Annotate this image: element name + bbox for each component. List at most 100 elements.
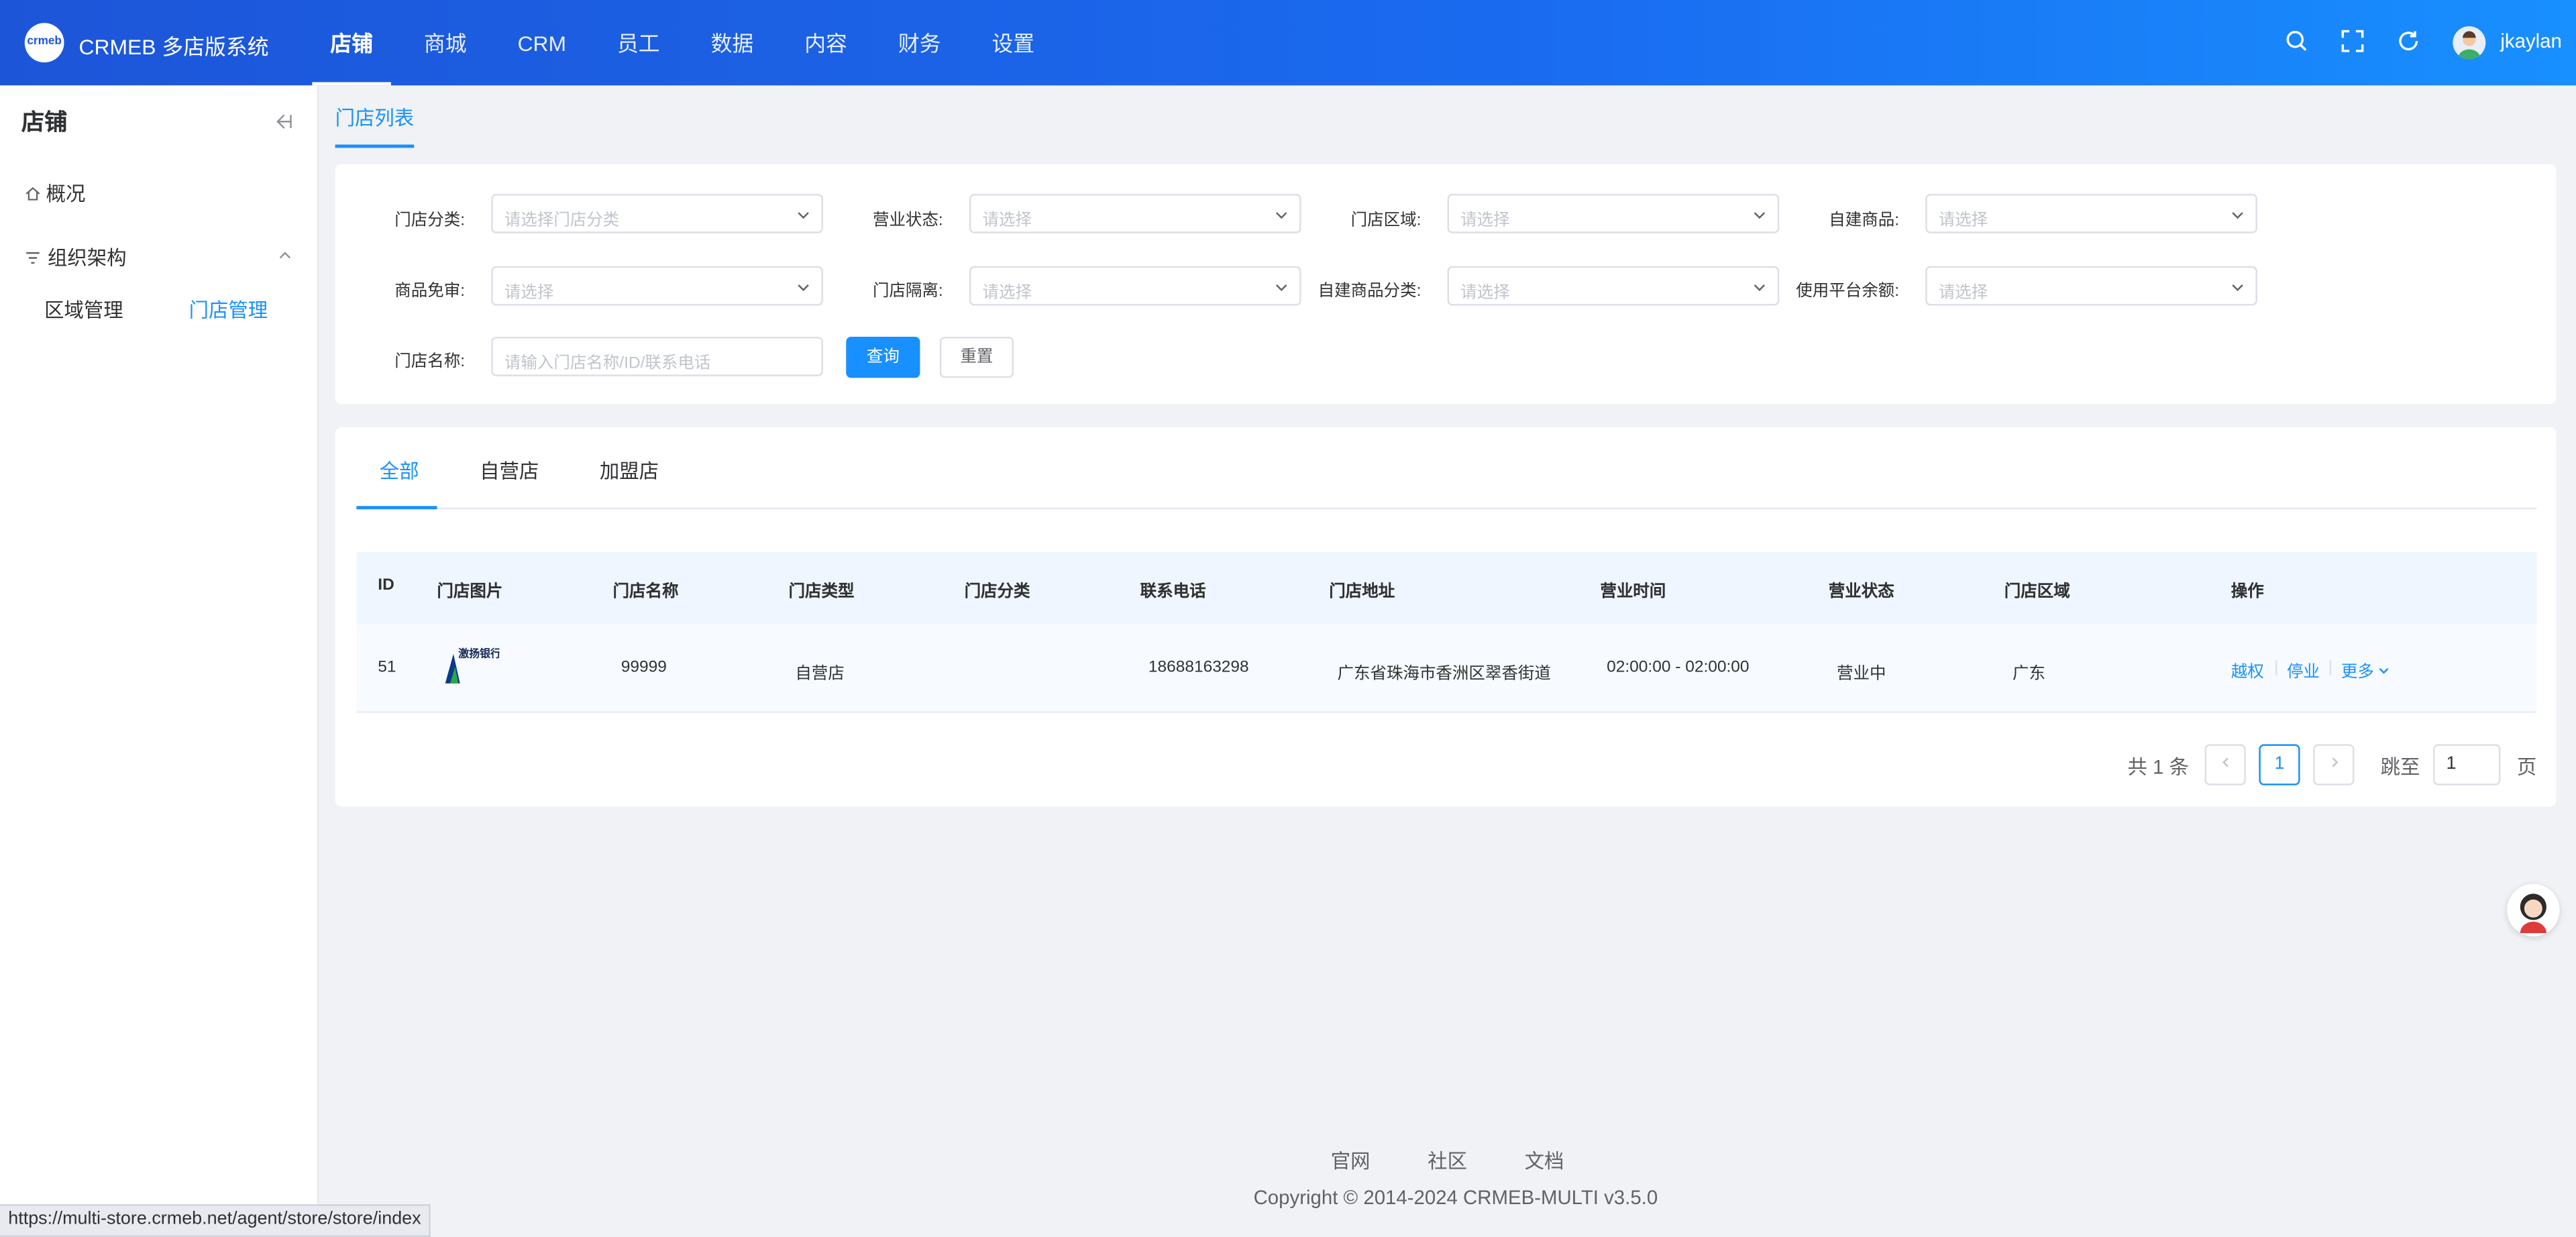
goods-exempt-label: 商品免审:	[394, 282, 466, 301]
fullscreen-icon[interactable]	[2339, 28, 2365, 54]
nav-settings[interactable]: 设置	[974, 0, 1053, 85]
nav-data[interactable]: 数据	[693, 0, 772, 85]
status-placeholder: 请选择	[982, 211, 1032, 230]
support-agent-icon	[2520, 894, 2546, 934]
top-nav: 店铺 商城 CRM 员工 数据 内容 财务 设置	[312, 0, 1067, 86]
cell-type: 自营店	[795, 665, 845, 684]
col-hours: 营业时间	[1600, 583, 1666, 602]
sidebar-item-label: 概况	[46, 182, 86, 206]
sidebar-item-store[interactable]: 门店管理	[189, 296, 268, 324]
region-select[interactable]: 请选择	[1447, 193, 1780, 233]
chevron-down-icon	[1754, 212, 1766, 219]
customer-service-avatar[interactable]	[2507, 883, 2560, 936]
category-label: 门店分类:	[394, 211, 466, 230]
tab-franchise[interactable]: 加盟店	[600, 457, 659, 485]
chevron-down-icon	[1276, 212, 1287, 219]
cell-region: 广东	[2012, 665, 2046, 684]
isolation-select[interactable]: 请选择	[969, 266, 1301, 306]
own-goods-placeholder: 请选择	[1938, 211, 1988, 230]
next-page-button[interactable]	[2313, 744, 2355, 786]
chevron-down-icon	[798, 284, 809, 291]
sidebar-item-region[interactable]: 区域管理	[44, 296, 123, 324]
refresh-icon[interactable]	[2396, 28, 2422, 54]
col-id: ID	[378, 576, 394, 595]
category-select[interactable]: 请选择门店分类	[491, 193, 823, 233]
nav-crm[interactable]: CRM	[500, 0, 584, 85]
sidebar-item-overview[interactable]: 概况	[25, 179, 86, 207]
filter-icon	[26, 251, 40, 263]
copyright: Copyright © 2014-2024 CRMEB-MULTI v3.5.0	[1253, 1186, 1658, 1209]
cell-status: 营业中	[1836, 665, 1886, 684]
name-label: 门店名称:	[394, 353, 466, 372]
op-override-link[interactable]: 越权	[2231, 657, 2264, 682]
crmeb-logo[interactable]: crmeb	[24, 23, 64, 63]
platform-balance-select[interactable]: 请选择	[1925, 266, 2257, 306]
nav-mall[interactable]: 商城	[406, 0, 485, 85]
col-status: 营业状态	[1828, 583, 1894, 602]
cell-address: 广东省珠海市香洲区翠香街道	[1337, 665, 1551, 684]
category-placeholder: 请选择门店分类	[504, 211, 620, 230]
op-separator	[2275, 660, 2277, 676]
chevron-down-icon	[1754, 284, 1766, 291]
col-address: 门店地址	[1329, 583, 1395, 602]
nav-content[interactable]: 内容	[786, 0, 865, 85]
region-label: 门店区域:	[1350, 211, 1421, 230]
username[interactable]: jkaylan	[2500, 30, 2561, 52]
op-separator	[2329, 660, 2332, 676]
prev-page-button[interactable]	[2204, 744, 2246, 786]
goods-exempt-select[interactable]: 请选择	[491, 266, 823, 306]
col-type: 门店类型	[788, 583, 855, 602]
nav-staff[interactable]: 员工	[599, 0, 678, 85]
footer-link-docs[interactable]: 文档	[1525, 1146, 1564, 1175]
name-input[interactable]: 请输入门店名称/ID/联系电话	[491, 337, 823, 376]
col-phone: 联系电话	[1140, 583, 1206, 602]
chevron-right-icon	[2331, 757, 2338, 767]
own-goods-cat-label: 自建商品分类:	[1318, 282, 1421, 301]
col-category: 门店分类	[964, 583, 1030, 602]
platform-balance-label: 使用平台余额:	[1796, 282, 1900, 301]
collapse-icon[interactable]	[273, 112, 292, 131]
status-label: 营业状态:	[872, 211, 943, 230]
own-goods-select[interactable]: 请选择	[1925, 193, 2257, 233]
breadcrumb[interactable]: 门店列表	[335, 103, 415, 148]
store-image-text: 激扬银行	[458, 649, 500, 661]
jump-page-input[interactable]: 1	[2432, 744, 2501, 786]
chevron-down-icon	[2232, 212, 2243, 219]
nav-store[interactable]: 店铺	[312, 0, 391, 86]
tab-self-run[interactable]: 自营店	[480, 457, 539, 485]
page-1-button[interactable]: 1	[2259, 744, 2300, 786]
top-header: crmeb CRMEB 多店版系统 店铺 商城 CRM 员工 数据 内容 财务 …	[0, 0, 2576, 86]
name-placeholder: 请输入门店名称/ID/联系电话	[504, 354, 711, 373]
chevron-down-icon	[798, 212, 809, 219]
reset-button[interactable]: 重置	[939, 337, 1014, 378]
tab-active-indicator	[356, 506, 437, 510]
nav-finance[interactable]: 财务	[880, 0, 959, 85]
tab-all[interactable]: 全部	[380, 457, 419, 485]
sidebar-group-org[interactable]: 组织架构	[25, 243, 296, 271]
status-url-bar: https://multi-store.crmeb.net/agent/stor…	[0, 1204, 431, 1237]
own-goods-cat-placeholder: 请选择	[1460, 284, 1510, 303]
query-button[interactable]: 查询	[846, 337, 920, 378]
search-icon[interactable]	[2284, 28, 2310, 54]
footer-link-community[interactable]: 社区	[1428, 1146, 1467, 1175]
op-suspend-link[interactable]: 停业	[2287, 657, 2320, 682]
sidebar-title: 店铺	[21, 108, 68, 135]
page-suffix-label: 页	[2516, 755, 2537, 779]
table-header	[356, 551, 2537, 625]
own-goods-cat-select[interactable]: 请选择	[1447, 266, 1780, 306]
avatar[interactable]	[2453, 26, 2486, 60]
cell-name: 99999	[621, 659, 667, 677]
chevron-up-icon	[279, 252, 291, 259]
isolation-placeholder: 请选择	[982, 284, 1032, 303]
isolation-label: 门店隔离:	[872, 282, 943, 301]
status-select[interactable]: 请选择	[969, 193, 1301, 233]
col-ops: 操作	[2231, 583, 2264, 602]
op-more-dropdown[interactable]: 更多	[2341, 657, 2390, 682]
op-more-label: 更多	[2341, 663, 2374, 682]
cell-id: 51	[378, 659, 396, 677]
chevron-down-icon	[2379, 667, 2389, 674]
jump-label: 跳至	[2380, 755, 2420, 779]
tab-divider	[356, 507, 2537, 510]
footer-link-official[interactable]: 官网	[1331, 1146, 1371, 1175]
chevron-down-icon	[1276, 284, 1287, 291]
